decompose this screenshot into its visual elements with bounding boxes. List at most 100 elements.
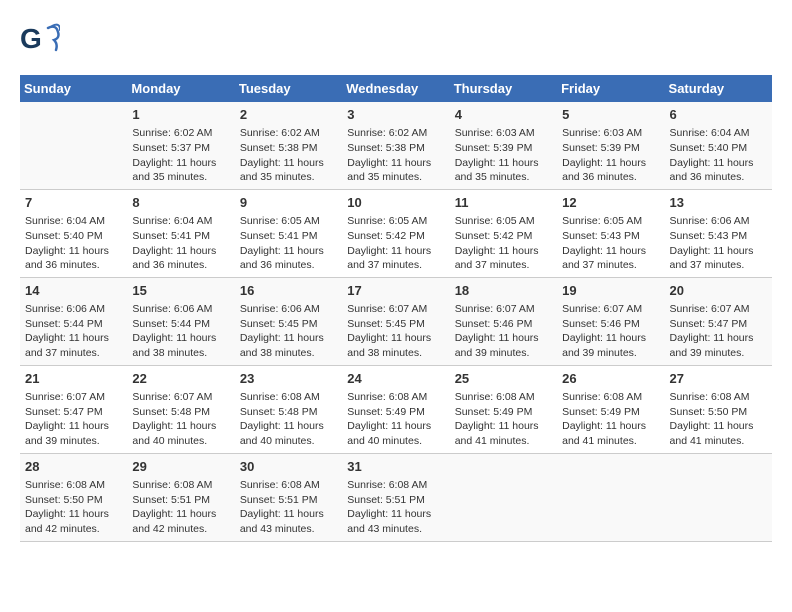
day-number: 26: [562, 370, 659, 388]
calendar-cell: [557, 453, 664, 541]
day-content: Sunrise: 6:02 AM Sunset: 5:37 PM Dayligh…: [132, 126, 229, 185]
page-header: G: [20, 20, 772, 65]
day-content: Sunrise: 6:06 AM Sunset: 5:44 PM Dayligh…: [25, 302, 122, 361]
calendar-cell: 27 Sunrise: 6:08 AM Sunset: 5:50 PM Dayli…: [665, 365, 772, 453]
calendar-cell: 5Sunrise: 6:03 AM Sunset: 5:39 PM Daylig…: [557, 102, 664, 189]
calendar-cell: 3Sunrise: 6:02 AM Sunset: 5:38 PM Daylig…: [342, 102, 449, 189]
calendar-cell: [20, 102, 127, 189]
day-number: 6: [670, 106, 767, 124]
calendar-cell: 25 Sunrise: 6:08 AM Sunset: 5:49 PM Dayli…: [450, 365, 557, 453]
calendar-cell: 8Sunrise: 6:04 AM Sunset: 5:41 PM Daylig…: [127, 189, 234, 277]
calendar-header-row: SundayMondayTuesdayWednesdayThursdayFrid…: [20, 75, 772, 102]
day-content: Sunrise: 6:08 AM Sunset: 5:51 PM Dayligh…: [240, 478, 337, 537]
day-number: 18: [455, 282, 552, 300]
calendar-cell: 11 Sunrise: 6:05 AM Sunset: 5:42 PM Dayli…: [450, 189, 557, 277]
day-number: 28: [25, 458, 122, 476]
day-number: 21: [25, 370, 122, 388]
day-number: 23: [240, 370, 337, 388]
day-content: Sunrise: 6:08 AM Sunset: 5:50 PM Dayligh…: [670, 390, 767, 449]
calendar-cell: 7 Sunrise: 6:04 AM Sunset: 5:40 PM Daylig…: [20, 189, 127, 277]
calendar-table: SundayMondayTuesdayWednesdayThursdayFrid…: [20, 75, 772, 542]
day-number: 9: [240, 194, 337, 212]
calendar-week-row: 14 Sunrise: 6:06 AM Sunset: 5:44 PM Dayli…: [20, 277, 772, 365]
calendar-cell: 22 Sunrise: 6:07 AM Sunset: 5:48 PM Dayli…: [127, 365, 234, 453]
logo-icon: G: [20, 20, 60, 65]
day-number: 16: [240, 282, 337, 300]
calendar-cell: 21 Sunrise: 6:07 AM Sunset: 5:47 PM Dayli…: [20, 365, 127, 453]
day-content: Sunrise: 6:08 AM Sunset: 5:49 PM Dayligh…: [455, 390, 552, 449]
day-number: 2: [240, 106, 337, 124]
calendar-day-header: Wednesday: [342, 75, 449, 102]
day-number: 15: [132, 282, 229, 300]
day-content: Sunrise: 6:05 AM Sunset: 5:43 PM Dayligh…: [562, 214, 659, 273]
calendar-cell: 30Sunrise: 6:08 AM Sunset: 5:51 PM Dayli…: [235, 453, 342, 541]
calendar-cell: [450, 453, 557, 541]
day-content: Sunrise: 6:04 AM Sunset: 5:40 PM Dayligh…: [670, 126, 767, 185]
calendar-cell: 26 Sunrise: 6:08 AM Sunset: 5:49 PM Dayli…: [557, 365, 664, 453]
day-number: 10: [347, 194, 444, 212]
svg-text:G: G: [20, 23, 42, 54]
calendar-cell: 16 Sunrise: 6:06 AM Sunset: 5:45 PM Dayli…: [235, 277, 342, 365]
calendar-day-header: Tuesday: [235, 75, 342, 102]
calendar-cell: 23Sunrise: 6:08 AM Sunset: 5:48 PM Dayli…: [235, 365, 342, 453]
day-number: 3: [347, 106, 444, 124]
day-content: Sunrise: 6:06 AM Sunset: 5:44 PM Dayligh…: [132, 302, 229, 361]
calendar-day-header: Friday: [557, 75, 664, 102]
day-number: 19: [562, 282, 659, 300]
calendar-day-header: Saturday: [665, 75, 772, 102]
day-content: Sunrise: 6:04 AM Sunset: 5:41 PM Dayligh…: [132, 214, 229, 273]
day-number: 25: [455, 370, 552, 388]
day-content: Sunrise: 6:05 AM Sunset: 5:42 PM Dayligh…: [455, 214, 552, 273]
calendar-week-row: 1 Sunrise: 6:02 AM Sunset: 5:37 PM Daylig…: [20, 102, 772, 189]
calendar-cell: 4 Sunrise: 6:03 AM Sunset: 5:39 PM Daylig…: [450, 102, 557, 189]
logo: G: [20, 20, 68, 65]
calendar-cell: 24Sunrise: 6:08 AM Sunset: 5:49 PM Dayli…: [342, 365, 449, 453]
day-number: 1: [132, 106, 229, 124]
calendar-cell: 28Sunrise: 6:08 AM Sunset: 5:50 PM Dayli…: [20, 453, 127, 541]
day-content: Sunrise: 6:05 AM Sunset: 5:42 PM Dayligh…: [347, 214, 444, 273]
day-content: Sunrise: 6:08 AM Sunset: 5:49 PM Dayligh…: [347, 390, 444, 449]
calendar-day-header: Thursday: [450, 75, 557, 102]
day-content: Sunrise: 6:08 AM Sunset: 5:51 PM Dayligh…: [132, 478, 229, 537]
calendar-cell: 13Sunrise: 6:06 AM Sunset: 5:43 PM Dayli…: [665, 189, 772, 277]
calendar-cell: 19 Sunrise: 6:07 AM Sunset: 5:46 PM Dayli…: [557, 277, 664, 365]
calendar-week-row: 28Sunrise: 6:08 AM Sunset: 5:50 PM Dayli…: [20, 453, 772, 541]
day-content: Sunrise: 6:07 AM Sunset: 5:46 PM Dayligh…: [562, 302, 659, 361]
day-content: Sunrise: 6:08 AM Sunset: 5:51 PM Dayligh…: [347, 478, 444, 537]
day-content: Sunrise: 6:07 AM Sunset: 5:47 PM Dayligh…: [670, 302, 767, 361]
day-number: 22: [132, 370, 229, 388]
day-number: 29: [132, 458, 229, 476]
calendar-cell: 6 Sunrise: 6:04 AM Sunset: 5:40 PM Daylig…: [665, 102, 772, 189]
day-content: Sunrise: 6:07 AM Sunset: 5:47 PM Dayligh…: [25, 390, 122, 449]
calendar-cell: 17Sunrise: 6:07 AM Sunset: 5:45 PM Dayli…: [342, 277, 449, 365]
calendar-week-row: 7 Sunrise: 6:04 AM Sunset: 5:40 PM Daylig…: [20, 189, 772, 277]
day-content: Sunrise: 6:05 AM Sunset: 5:41 PM Dayligh…: [240, 214, 337, 273]
calendar-day-header: Monday: [127, 75, 234, 102]
day-content: Sunrise: 6:08 AM Sunset: 5:49 PM Dayligh…: [562, 390, 659, 449]
calendar-cell: 1 Sunrise: 6:02 AM Sunset: 5:37 PM Daylig…: [127, 102, 234, 189]
day-number: 11: [455, 194, 552, 212]
day-number: 13: [670, 194, 767, 212]
calendar-cell: 31 Sunrise: 6:08 AM Sunset: 5:51 PM Dayli…: [342, 453, 449, 541]
day-content: Sunrise: 6:07 AM Sunset: 5:48 PM Dayligh…: [132, 390, 229, 449]
day-content: Sunrise: 6:07 AM Sunset: 5:46 PM Dayligh…: [455, 302, 552, 361]
day-number: 7: [25, 194, 122, 212]
calendar-cell: [665, 453, 772, 541]
calendar-cell: 2 Sunrise: 6:02 AM Sunset: 5:38 PM Daylig…: [235, 102, 342, 189]
day-number: 27: [670, 370, 767, 388]
day-number: 5: [562, 106, 659, 124]
day-number: 14: [25, 282, 122, 300]
day-content: Sunrise: 6:02 AM Sunset: 5:38 PM Dayligh…: [240, 126, 337, 185]
day-number: 31: [347, 458, 444, 476]
day-content: Sunrise: 6:03 AM Sunset: 5:39 PM Dayligh…: [455, 126, 552, 185]
calendar-cell: 18 Sunrise: 6:07 AM Sunset: 5:46 PM Dayli…: [450, 277, 557, 365]
calendar-cell: 20 Sunrise: 6:07 AM Sunset: 5:47 PM Dayli…: [665, 277, 772, 365]
calendar-cell: 15 Sunrise: 6:06 AM Sunset: 5:44 PM Dayli…: [127, 277, 234, 365]
calendar-cell: 14 Sunrise: 6:06 AM Sunset: 5:44 PM Dayli…: [20, 277, 127, 365]
day-content: Sunrise: 6:06 AM Sunset: 5:45 PM Dayligh…: [240, 302, 337, 361]
day-number: 20: [670, 282, 767, 300]
day-number: 4: [455, 106, 552, 124]
calendar-cell: 29 Sunrise: 6:08 AM Sunset: 5:51 PM Dayli…: [127, 453, 234, 541]
day-number: 12: [562, 194, 659, 212]
day-content: Sunrise: 6:04 AM Sunset: 5:40 PM Dayligh…: [25, 214, 122, 273]
